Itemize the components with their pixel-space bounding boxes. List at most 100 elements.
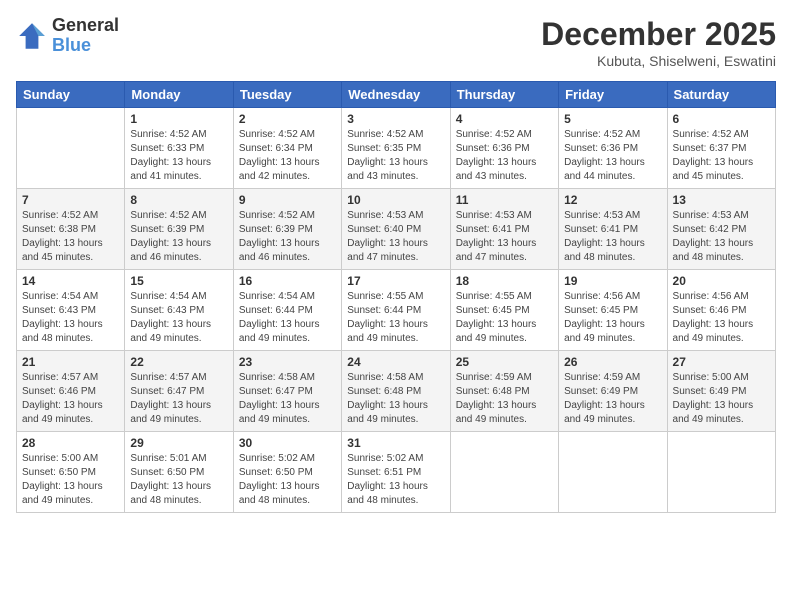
table-row: 18 Sunrise: 4:55 AM Sunset: 6:45 PM Dayl… bbox=[450, 270, 558, 351]
sunrise: Sunrise: 4:52 AM bbox=[130, 210, 206, 221]
sunset: Sunset: 6:43 PM bbox=[130, 305, 204, 316]
sunset: Sunset: 6:35 PM bbox=[347, 143, 421, 154]
daylight: Daylight: 13 hours and 48 minutes. bbox=[347, 481, 428, 506]
table-row: 19 Sunrise: 4:56 AM Sunset: 6:45 PM Dayl… bbox=[559, 270, 667, 351]
daylight: Daylight: 13 hours and 49 minutes. bbox=[564, 400, 645, 425]
day-number: 2 bbox=[239, 112, 336, 126]
page-header: General Blue December 2025 Kubuta, Shise… bbox=[16, 16, 776, 69]
day-number: 24 bbox=[347, 355, 444, 369]
day-number: 13 bbox=[673, 193, 770, 207]
day-info: Sunrise: 5:01 AM Sunset: 6:50 PM Dayligh… bbox=[130, 452, 227, 508]
day-info: Sunrise: 4:57 AM Sunset: 6:47 PM Dayligh… bbox=[130, 371, 227, 427]
day-number: 29 bbox=[130, 436, 227, 450]
daylight: Daylight: 13 hours and 48 minutes. bbox=[22, 319, 103, 344]
day-info: Sunrise: 4:58 AM Sunset: 6:48 PM Dayligh… bbox=[347, 371, 444, 427]
col-monday: Monday bbox=[125, 82, 233, 108]
logo: General Blue bbox=[16, 16, 119, 56]
day-number: 6 bbox=[673, 112, 770, 126]
sunset: Sunset: 6:44 PM bbox=[239, 305, 313, 316]
logo-line1: General bbox=[52, 16, 119, 36]
day-number: 31 bbox=[347, 436, 444, 450]
sunrise: Sunrise: 4:53 AM bbox=[673, 210, 749, 221]
daylight: Daylight: 13 hours and 49 minutes. bbox=[673, 400, 754, 425]
table-row: 22 Sunrise: 4:57 AM Sunset: 6:47 PM Dayl… bbox=[125, 351, 233, 432]
sunset: Sunset: 6:44 PM bbox=[347, 305, 421, 316]
day-number: 20 bbox=[673, 274, 770, 288]
daylight: Daylight: 13 hours and 49 minutes. bbox=[456, 400, 537, 425]
sunrise: Sunrise: 4:52 AM bbox=[239, 210, 315, 221]
day-info: Sunrise: 5:02 AM Sunset: 6:50 PM Dayligh… bbox=[239, 452, 336, 508]
sunrise: Sunrise: 4:55 AM bbox=[456, 291, 532, 302]
daylight: Daylight: 13 hours and 49 minutes. bbox=[130, 400, 211, 425]
sunset: Sunset: 6:47 PM bbox=[239, 386, 313, 397]
sunset: Sunset: 6:33 PM bbox=[130, 143, 204, 154]
day-number: 17 bbox=[347, 274, 444, 288]
daylight: Daylight: 13 hours and 49 minutes. bbox=[22, 400, 103, 425]
sunrise: Sunrise: 5:00 AM bbox=[673, 372, 749, 383]
sunrise: Sunrise: 4:59 AM bbox=[564, 372, 640, 383]
sunset: Sunset: 6:45 PM bbox=[564, 305, 638, 316]
day-number: 1 bbox=[130, 112, 227, 126]
day-number: 11 bbox=[456, 193, 553, 207]
daylight: Daylight: 13 hours and 49 minutes. bbox=[347, 400, 428, 425]
day-info: Sunrise: 4:53 AM Sunset: 6:42 PM Dayligh… bbox=[673, 209, 770, 265]
day-number: 15 bbox=[130, 274, 227, 288]
table-row: 17 Sunrise: 4:55 AM Sunset: 6:44 PM Dayl… bbox=[342, 270, 450, 351]
day-number: 4 bbox=[456, 112, 553, 126]
sunset: Sunset: 6:42 PM bbox=[673, 224, 747, 235]
day-info: Sunrise: 5:02 AM Sunset: 6:51 PM Dayligh… bbox=[347, 452, 444, 508]
sunrise: Sunrise: 4:53 AM bbox=[347, 210, 423, 221]
day-info: Sunrise: 4:52 AM Sunset: 6:37 PM Dayligh… bbox=[673, 128, 770, 184]
sunrise: Sunrise: 4:55 AM bbox=[347, 291, 423, 302]
col-friday: Friday bbox=[559, 82, 667, 108]
day-info: Sunrise: 4:53 AM Sunset: 6:41 PM Dayligh… bbox=[456, 209, 553, 265]
day-number: 23 bbox=[239, 355, 336, 369]
daylight: Daylight: 13 hours and 49 minutes. bbox=[22, 481, 103, 506]
table-row: 27 Sunrise: 5:00 AM Sunset: 6:49 PM Dayl… bbox=[667, 351, 775, 432]
sunset: Sunset: 6:36 PM bbox=[564, 143, 638, 154]
day-number: 30 bbox=[239, 436, 336, 450]
day-info: Sunrise: 4:56 AM Sunset: 6:45 PM Dayligh… bbox=[564, 290, 661, 346]
sunset: Sunset: 6:38 PM bbox=[22, 224, 96, 235]
table-row: 5 Sunrise: 4:52 AM Sunset: 6:36 PM Dayli… bbox=[559, 108, 667, 189]
daylight: Daylight: 13 hours and 49 minutes. bbox=[239, 400, 320, 425]
day-number: 8 bbox=[130, 193, 227, 207]
day-info: Sunrise: 4:58 AM Sunset: 6:47 PM Dayligh… bbox=[239, 371, 336, 427]
sunset: Sunset: 6:51 PM bbox=[347, 467, 421, 478]
sunset: Sunset: 6:48 PM bbox=[347, 386, 421, 397]
week-row-1: 1 Sunrise: 4:52 AM Sunset: 6:33 PM Dayli… bbox=[17, 108, 776, 189]
sunset: Sunset: 6:50 PM bbox=[239, 467, 313, 478]
table-row bbox=[559, 432, 667, 513]
day-number: 16 bbox=[239, 274, 336, 288]
day-info: Sunrise: 4:52 AM Sunset: 6:39 PM Dayligh… bbox=[239, 209, 336, 265]
week-row-2: 7 Sunrise: 4:52 AM Sunset: 6:38 PM Dayli… bbox=[17, 189, 776, 270]
sunset: Sunset: 6:37 PM bbox=[673, 143, 747, 154]
table-row: 24 Sunrise: 4:58 AM Sunset: 6:48 PM Dayl… bbox=[342, 351, 450, 432]
table-row: 29 Sunrise: 5:01 AM Sunset: 6:50 PM Dayl… bbox=[125, 432, 233, 513]
sunrise: Sunrise: 4:52 AM bbox=[673, 129, 749, 140]
table-row: 7 Sunrise: 4:52 AM Sunset: 6:38 PM Dayli… bbox=[17, 189, 125, 270]
month-title: December 2025 bbox=[541, 16, 776, 53]
daylight: Daylight: 13 hours and 49 minutes. bbox=[130, 319, 211, 344]
col-saturday: Saturday bbox=[667, 82, 775, 108]
table-row: 11 Sunrise: 4:53 AM Sunset: 6:41 PM Dayl… bbox=[450, 189, 558, 270]
sunrise: Sunrise: 4:56 AM bbox=[673, 291, 749, 302]
day-number: 22 bbox=[130, 355, 227, 369]
table-row: 25 Sunrise: 4:59 AM Sunset: 6:48 PM Dayl… bbox=[450, 351, 558, 432]
sunset: Sunset: 6:49 PM bbox=[673, 386, 747, 397]
sunset: Sunset: 6:47 PM bbox=[130, 386, 204, 397]
logo-text: General Blue bbox=[52, 16, 119, 56]
day-number: 27 bbox=[673, 355, 770, 369]
daylight: Daylight: 13 hours and 45 minutes. bbox=[673, 157, 754, 182]
week-row-5: 28 Sunrise: 5:00 AM Sunset: 6:50 PM Dayl… bbox=[17, 432, 776, 513]
col-sunday: Sunday bbox=[17, 82, 125, 108]
calendar-table: Sunday Monday Tuesday Wednesday Thursday… bbox=[16, 81, 776, 513]
sunrise: Sunrise: 5:02 AM bbox=[347, 453, 423, 464]
sunrise: Sunrise: 4:54 AM bbox=[239, 291, 315, 302]
sunset: Sunset: 6:45 PM bbox=[456, 305, 530, 316]
sunrise: Sunrise: 4:57 AM bbox=[130, 372, 206, 383]
logo-icon bbox=[16, 20, 48, 52]
sunset: Sunset: 6:48 PM bbox=[456, 386, 530, 397]
table-row: 8 Sunrise: 4:52 AM Sunset: 6:39 PM Dayli… bbox=[125, 189, 233, 270]
daylight: Daylight: 13 hours and 47 minutes. bbox=[347, 238, 428, 263]
